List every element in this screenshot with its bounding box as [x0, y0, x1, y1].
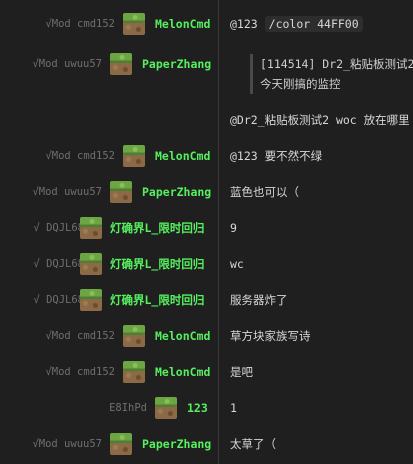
message-text: 9 — [230, 221, 237, 235]
user-prefix: √ DQJL68 — [33, 222, 84, 234]
grass-block-avatar-icon[interactable] — [123, 325, 145, 347]
username[interactable]: 灯确界L_限时回归 — [110, 210, 204, 246]
chat-message: E8IhPd 123 1 — [0, 390, 413, 426]
message-text: @123 /color 44FF00 — [230, 6, 363, 42]
username[interactable]: PaperZhang — [142, 46, 211, 82]
user-prefix: √Mod uwuu57 — [32, 186, 102, 198]
user-prefix: E8IhPd — [109, 402, 147, 414]
username[interactable]: MelonCmd — [155, 138, 210, 174]
user-prefix: √Mod uwuu57 — [32, 438, 102, 450]
inline-code: /color 44FF00 — [264, 16, 363, 32]
username[interactable]: PaperZhang — [142, 426, 211, 462]
message-text: @123 要不然不绿 — [230, 149, 323, 163]
chat-message: √Mod cmd152 MelonCmd 草方块家族写诗 — [0, 318, 413, 354]
chat-message: √ DQJL68 灯确界L_限时回归 9 — [0, 210, 413, 246]
username[interactable]: MelonCmd — [155, 318, 210, 354]
quote-line: [114514] Dr2_粘贴板测试2： — [260, 57, 413, 71]
username[interactable]: 灯确界L_限时回归 — [110, 282, 204, 318]
grass-block-avatar-icon[interactable] — [123, 13, 145, 35]
chat-message: √Mod cmd152 MelonCmd @123 要不然不绿 — [0, 138, 413, 174]
chat-message: √ DQJL68 灯确界L_限时回归 wc — [0, 246, 413, 282]
chat-message: √ DQJL68 灯确界L_限时回归 服务器炸了 — [0, 282, 413, 318]
message-text: wc — [230, 257, 244, 271]
message-text: 是吧 — [230, 365, 253, 379]
message-text: 草方块家族写诗 — [230, 329, 311, 343]
user-prefix: √ DQJL68 — [33, 258, 84, 270]
grass-block-avatar-icon[interactable] — [110, 181, 132, 203]
username[interactable]: MelonCmd — [155, 6, 210, 42]
chat-message: √Mod uwuu57 PaperZhang 太草了（ — [0, 426, 413, 462]
user-prefix: √ DQJL68 — [33, 294, 84, 306]
grass-block-avatar-icon[interactable] — [123, 361, 145, 383]
message-mention: @123 — [230, 17, 258, 31]
grass-block-avatar-icon[interactable] — [80, 217, 102, 239]
message-text: @Dr2_粘贴板测试2 woc 放在哪里 — [230, 113, 410, 127]
user-prefix: √Mod cmd152 — [45, 150, 115, 162]
user-prefix: √Mod uwuu57 — [32, 58, 102, 70]
grass-block-avatar-icon[interactable] — [110, 53, 132, 75]
chat-message: √Mod uwuu57 PaperZhang 蓝色也可以（ — [0, 174, 413, 210]
username[interactable]: 灯确界L_限时回归 — [110, 246, 204, 282]
chat-message: √Mod cmd152 MelonCmd @123 /color 44FF00 — [0, 6, 413, 42]
quote-line: 今天刚搞的监控 — [260, 77, 341, 91]
user-prefix: √Mod cmd152 — [45, 330, 115, 342]
user-prefix: √Mod cmd152 — [45, 18, 115, 30]
username[interactable]: PaperZhang — [142, 174, 211, 210]
chat-message: √Mod cmd152 MelonCmd 是吧 — [0, 354, 413, 390]
chat-message: √Mod uwuu57 PaperZhang [114514] Dr2_粘贴板测… — [0, 46, 413, 146]
username[interactable]: MelonCmd — [155, 354, 210, 390]
grass-block-avatar-icon[interactable] — [155, 397, 177, 419]
grass-block-avatar-icon[interactable] — [123, 145, 145, 167]
message-text: 蓝色也可以（ — [230, 185, 299, 199]
message-text: 1 — [230, 401, 237, 415]
grass-block-avatar-icon[interactable] — [80, 289, 102, 311]
reply-quote[interactable]: [114514] Dr2_粘贴板测试2： 今天刚搞的监控 — [250, 54, 413, 94]
message-text: 太草了（ — [230, 437, 276, 451]
user-prefix: √Mod cmd152 — [45, 366, 115, 378]
grass-block-avatar-icon[interactable] — [110, 433, 132, 455]
grass-block-avatar-icon[interactable] — [80, 253, 102, 275]
message-text: 服务器炸了 — [230, 293, 288, 307]
username[interactable]: 123 — [187, 390, 208, 426]
